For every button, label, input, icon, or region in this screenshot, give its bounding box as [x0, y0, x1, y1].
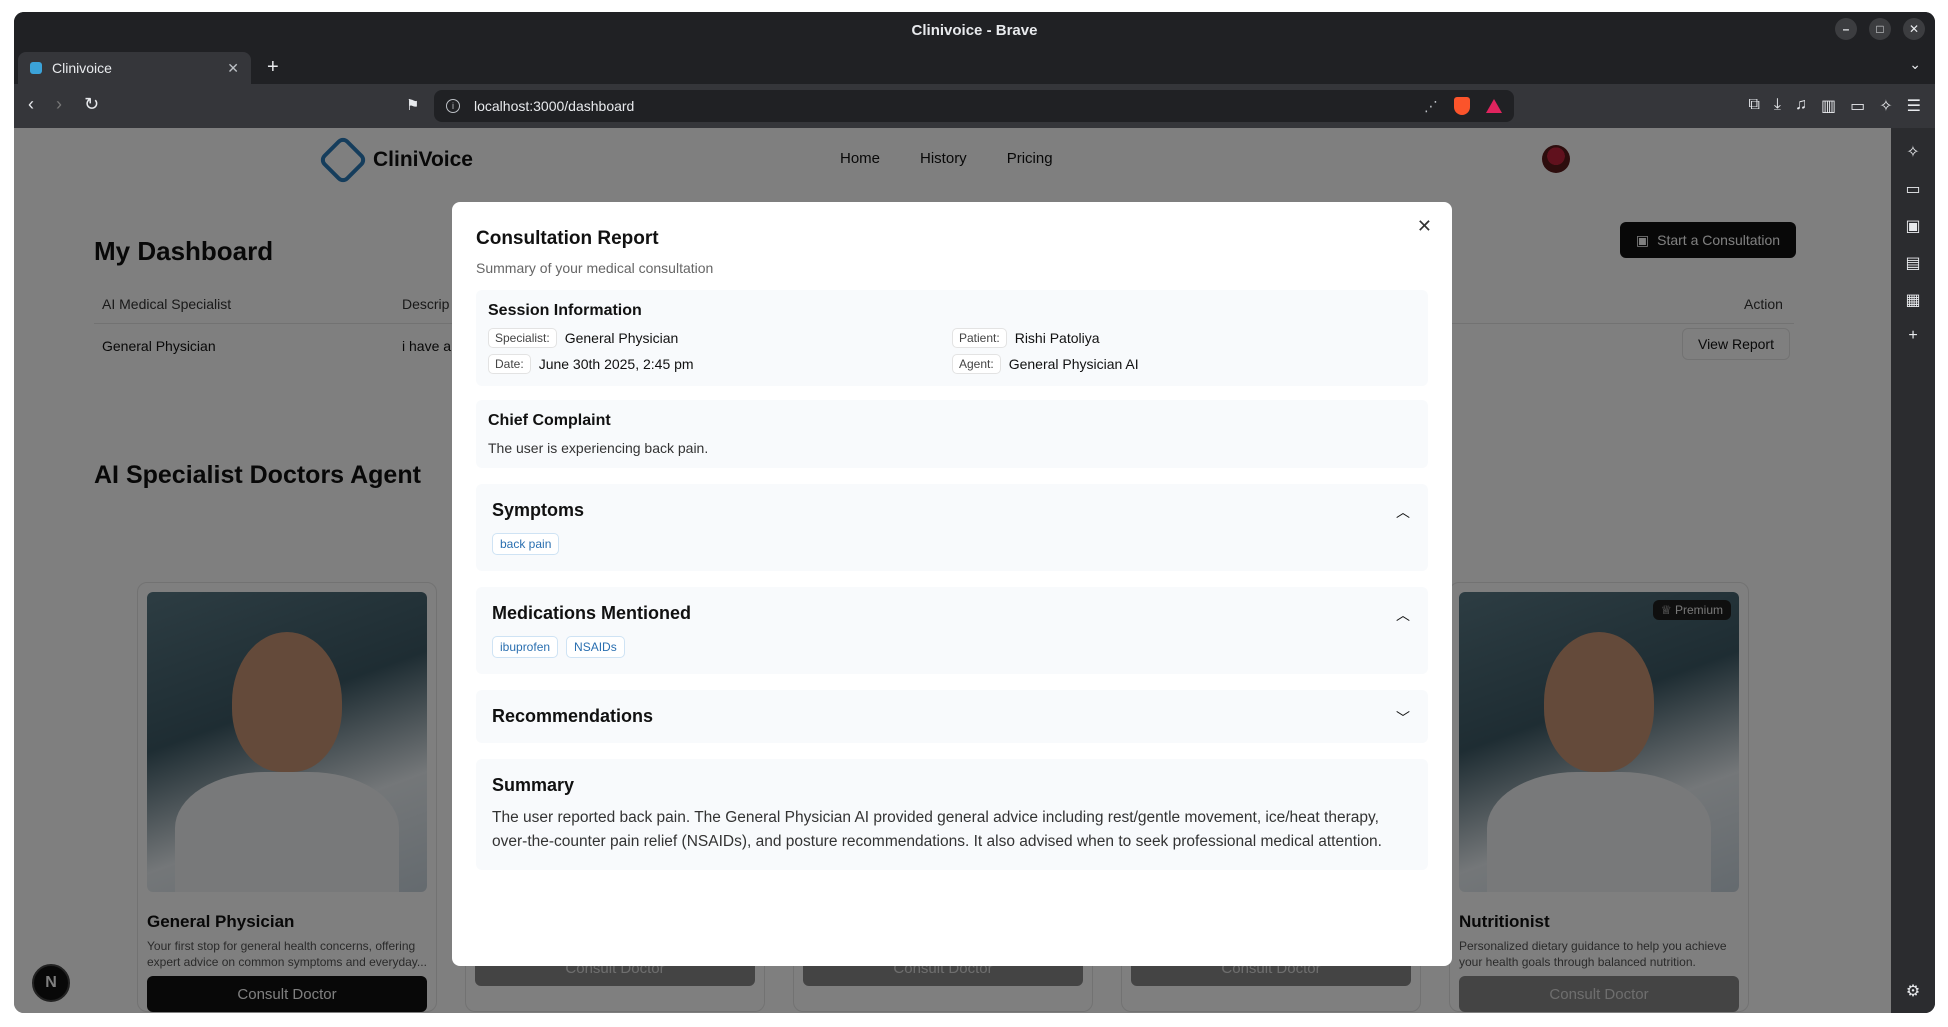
- share-icon[interactable]: ⋰: [1424, 98, 1438, 115]
- medication-tag: ibuprofen: [492, 636, 559, 658]
- patient-label: Patient:: [952, 328, 1007, 348]
- browser-window: Clinivoice - Brave – □ ✕ Clinivoice ✕ + …: [14, 12, 1935, 1013]
- date-label: Date:: [488, 354, 531, 374]
- site-info-icon[interactable]: i: [446, 99, 460, 113]
- browser-toolbar: ‹ › ↻ ⚑ i localhost:3000/dashboard ⋰ ⧉ ⤓…: [14, 84, 1935, 128]
- browser-sidebar: ✧ ▭ ▣ ▤ ▦ + ⚙: [1891, 128, 1935, 1013]
- chief-complaint-text: The user is experiencing back pain.: [488, 440, 709, 456]
- patient-field: Patient: Rishi Patoliya: [952, 328, 1416, 348]
- reload-icon[interactable]: ↻: [84, 94, 99, 115]
- forward-icon[interactable]: ›: [56, 94, 62, 115]
- date-field: Date: June 30th 2025, 2:45 pm: [488, 354, 952, 374]
- new-tab-icon[interactable]: +: [267, 56, 279, 79]
- leo-icon[interactable]: ✧: [1879, 96, 1892, 116]
- agent-label: Agent:: [952, 354, 1001, 374]
- summary-text: The user reported back pain. The General…: [492, 809, 1382, 850]
- chevron-up-icon[interactable]: ︿: [1396, 605, 1410, 625]
- symptoms-accordion[interactable]: Symptoms ︿ back pain: [476, 484, 1428, 571]
- page-viewport: CliniVoice Home History Pricing My Dashb…: [14, 128, 1891, 1013]
- minimize-icon[interactable]: –: [1835, 18, 1857, 40]
- window-close-icon[interactable]: ✕: [1903, 18, 1925, 40]
- bookmarks-sidebar-icon[interactable]: ▤: [1905, 253, 1920, 273]
- dialog-subtitle: Summary of your medical consultation: [476, 260, 714, 276]
- consultation-report-dialog: ✕ Consultation Report Summary of your me…: [452, 202, 1452, 966]
- gear-icon[interactable]: ⚙: [1906, 981, 1920, 1001]
- tab-close-icon[interactable]: ✕: [227, 60, 239, 77]
- summary-heading: Summary: [492, 775, 575, 795]
- chief-complaint-heading: Chief Complaint: [488, 412, 611, 429]
- favicon-icon: [30, 62, 42, 74]
- title-bar: Clinivoice - Brave – □ ✕: [14, 12, 1935, 48]
- dialog-title: Consultation Report: [476, 228, 659, 249]
- downloads-icon[interactable]: ⤓: [1774, 96, 1781, 116]
- specialist-label: Specialist:: [488, 328, 557, 348]
- brave-rewards-icon[interactable]: [1486, 99, 1502, 113]
- wallet-icon[interactable]: ▭: [1850, 96, 1865, 116]
- specialist-value: General Physician: [564, 330, 679, 346]
- tab-list-chevron-icon[interactable]: ⌄: [1909, 56, 1921, 73]
- url-text: localhost:3000/dashboard: [474, 98, 635, 114]
- add-panel-icon[interactable]: +: [1908, 327, 1917, 345]
- summary-section: Summary The user reported back pain. The…: [476, 759, 1428, 870]
- symptoms-heading: Symptoms: [492, 500, 585, 520]
- sidebar-toggle-icon[interactable]: ▥: [1821, 96, 1836, 116]
- session-info-section: Session Information Specialist: General …: [476, 290, 1428, 386]
- tab-strip: Clinivoice ✕ + ⌄: [14, 48, 1935, 84]
- address-bar[interactable]: i localhost:3000/dashboard ⋰: [434, 90, 1514, 122]
- chevron-up-icon[interactable]: ︿: [1396, 502, 1410, 522]
- window-title: Clinivoice - Brave: [911, 21, 1038, 39]
- tab-clinivoice[interactable]: Clinivoice ✕: [18, 52, 251, 84]
- maximize-icon[interactable]: □: [1869, 18, 1891, 40]
- medications-heading: Medications Mentioned: [492, 603, 692, 623]
- date-value: June 30th 2025, 2:45 pm: [538, 356, 694, 372]
- recommendations-heading: Recommendations: [492, 706, 654, 726]
- chevron-down-icon[interactable]: ﹀: [1396, 708, 1410, 728]
- wallet-sidebar-icon[interactable]: ▣: [1905, 216, 1920, 236]
- reading-list-icon[interactable]: ▦: [1905, 290, 1920, 310]
- brave-shields-icon[interactable]: [1454, 97, 1470, 115]
- tab-title: Clinivoice: [52, 60, 112, 76]
- patient-value: Rishi Patoliya: [1014, 330, 1100, 346]
- specialist-field: Specialist: General Physician: [488, 328, 952, 348]
- back-icon[interactable]: ‹: [28, 94, 34, 115]
- media-icon[interactable]: ♫: [1795, 96, 1807, 116]
- recommendations-accordion[interactable]: Recommendations ﹀: [476, 690, 1428, 743]
- extensions-icon[interactable]: ⧉: [1748, 96, 1759, 116]
- agent-field: Agent: General Physician AI: [952, 354, 1416, 374]
- leo-sidebar-icon[interactable]: ✧: [1906, 142, 1919, 162]
- medication-tag: NSAIDs: [566, 636, 625, 658]
- bookmark-icon[interactable]: ⚑: [406, 96, 419, 114]
- medications-accordion[interactable]: Medications Mentioned ︿ ibuprofen NSAIDs: [476, 587, 1428, 674]
- symptom-tag: back pain: [492, 533, 560, 555]
- chief-complaint-section: Chief Complaint The user is experiencing…: [476, 400, 1428, 468]
- menu-icon[interactable]: ☰: [1907, 96, 1921, 116]
- session-info-heading: Session Information: [488, 302, 642, 319]
- close-icon[interactable]: ✕: [1417, 216, 1432, 237]
- agent-value: General Physician AI: [1008, 356, 1139, 372]
- playlist-icon[interactable]: ▭: [1905, 179, 1920, 199]
